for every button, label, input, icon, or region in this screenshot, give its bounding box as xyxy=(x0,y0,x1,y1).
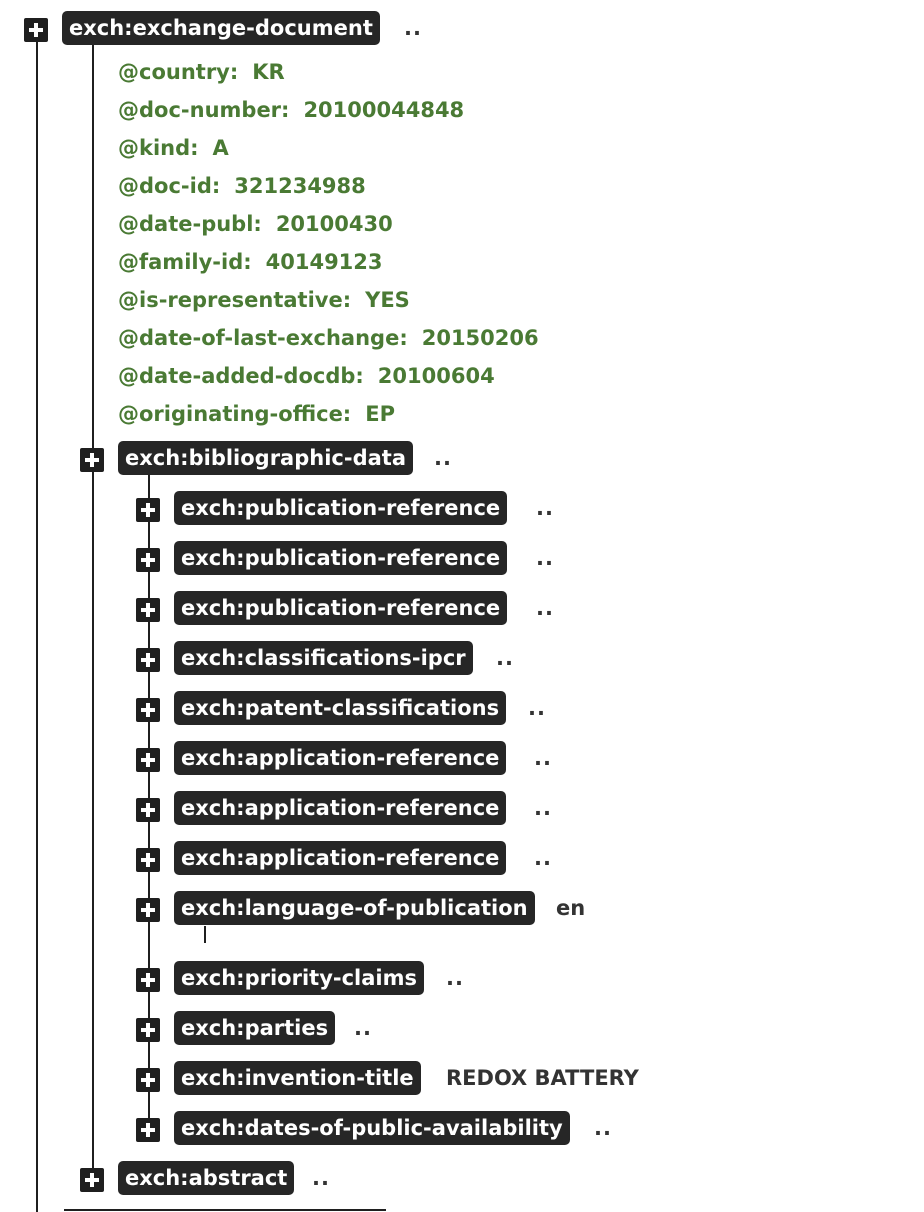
element-tag-application-reference[interactable]: exch:application-reference xyxy=(174,841,506,875)
expand-toggle-icon[interactable] xyxy=(136,498,160,522)
collapsed-ellipsis[interactable]: .. xyxy=(536,546,554,570)
expand-toggle-icon[interactable] xyxy=(80,448,104,472)
expand-toggle-icon[interactable] xyxy=(136,698,160,722)
element-tag-publication-reference[interactable]: exch:publication-reference xyxy=(174,541,507,575)
element-tag-publication-reference[interactable]: exch:publication-reference xyxy=(174,491,507,525)
element-tag-application-reference[interactable]: exch:application-reference xyxy=(174,741,506,775)
element-tag-bibliographic-data[interactable]: exch:bibliographic-data xyxy=(118,441,413,475)
expand-toggle-icon[interactable] xyxy=(136,848,160,872)
collapsed-ellipsis[interactable]: .. xyxy=(496,646,514,670)
element-tag-language-of-publication[interactable]: exch:language-of-publication xyxy=(174,891,535,925)
expand-toggle-icon[interactable] xyxy=(136,548,160,572)
collapsed-ellipsis[interactable]: .. xyxy=(446,966,464,990)
expand-toggle-icon[interactable] xyxy=(136,1018,160,1042)
element-tag-classifications-ipcr[interactable]: exch:classifications-ipcr xyxy=(174,641,473,675)
collapsed-ellipsis[interactable]: .. xyxy=(534,846,552,870)
element-tag-patent-classifications[interactable]: exch:patent-classifications xyxy=(174,691,506,725)
element-tag-application-reference[interactable]: exch:application-reference xyxy=(174,791,506,825)
tree-guide-document xyxy=(92,44,94,1180)
expand-toggle-icon[interactable] xyxy=(136,648,160,672)
element-tag-publication-reference[interactable]: exch:publication-reference xyxy=(174,591,507,625)
attribute-is-representative: @is-representative:YES xyxy=(118,288,410,312)
attribute-family-id: @family-id:40149123 xyxy=(118,250,383,274)
collapsed-ellipsis[interactable]: .. xyxy=(354,1016,372,1040)
expand-toggle-icon[interactable] xyxy=(136,1068,160,1092)
collapsed-ellipsis[interactable]: .. xyxy=(528,696,546,720)
collapsed-ellipsis[interactable]: .. xyxy=(594,1116,612,1140)
attribute-doc-number: @doc-number:20100044848 xyxy=(118,98,464,122)
expand-toggle-icon[interactable] xyxy=(136,898,160,922)
collapsed-ellipsis[interactable]: .. xyxy=(536,596,554,620)
attribute-date-publ: @date-publ:20100430 xyxy=(118,212,393,236)
element-tag-priority-claims[interactable]: exch:priority-claims xyxy=(174,961,424,995)
expand-toggle-icon[interactable] xyxy=(136,748,160,772)
expand-toggle-icon[interactable] xyxy=(24,18,48,42)
element-tag-parties[interactable]: exch:parties xyxy=(174,1011,335,1045)
element-tag-dates-of-public-availability[interactable]: exch:dates-of-public-availability xyxy=(174,1111,570,1145)
tree-guide-root xyxy=(36,40,38,1212)
attribute-date-added-docdb: @date-added-docdb:20100604 xyxy=(118,364,495,388)
element-text-value: REDOX BATTERY xyxy=(446,1066,639,1090)
collapsed-ellipsis[interactable]: .. xyxy=(312,1166,330,1190)
attribute-originating-office: @originating-office:EP xyxy=(118,402,395,426)
collapsed-ellipsis[interactable]: .. xyxy=(404,16,422,40)
element-tag-exchange-document[interactable]: exch:exchange-document xyxy=(62,11,380,45)
expand-toggle-icon[interactable] xyxy=(136,798,160,822)
element-tag-abstract[interactable]: exch:abstract xyxy=(118,1161,294,1195)
attribute-doc-id: @doc-id:321234988 xyxy=(118,174,366,198)
attribute-kind: @kind:A xyxy=(118,136,229,160)
element-text-value: en xyxy=(556,896,585,920)
element-tag-invention-title[interactable]: exch:invention-title xyxy=(174,1061,421,1095)
collapsed-ellipsis[interactable]: .. xyxy=(434,446,452,470)
next-node-top-edge xyxy=(64,1209,386,1211)
expand-toggle-icon[interactable] xyxy=(80,1168,104,1192)
collapsed-ellipsis[interactable]: .. xyxy=(534,746,552,770)
collapsed-ellipsis[interactable]: .. xyxy=(534,796,552,820)
attribute-date-of-last-exchange: @date-of-last-exchange:20150206 xyxy=(118,326,539,350)
attribute-country: @country:KR xyxy=(118,60,285,84)
collapsed-ellipsis[interactable]: .. xyxy=(536,496,554,520)
expand-toggle-icon[interactable] xyxy=(136,968,160,992)
expand-toggle-icon[interactable] xyxy=(136,1118,160,1142)
expand-toggle-icon[interactable] xyxy=(136,598,160,622)
tree-guide-language-text xyxy=(204,926,206,943)
